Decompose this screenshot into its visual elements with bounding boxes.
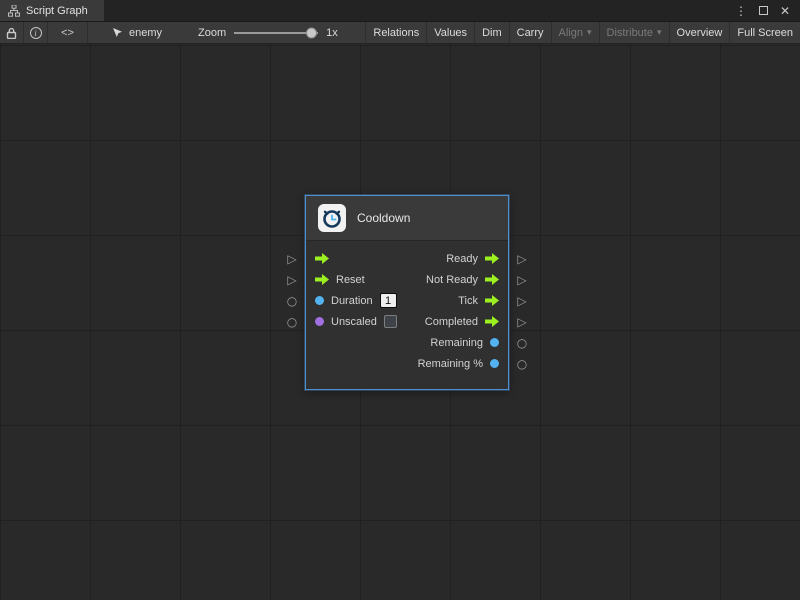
port-row-not-ready[interactable]: Not Ready ▷ — [418, 269, 499, 290]
not-ready-port-icon[interactable] — [485, 274, 499, 285]
lock-button[interactable] — [0, 22, 24, 43]
remaining-percent-port-icon[interactable] — [490, 359, 499, 368]
carry-label: Carry — [517, 27, 544, 39]
value-stub-icon[interactable]: ○ — [284, 295, 300, 307]
relations-button[interactable]: Relations — [365, 22, 426, 43]
zoom-slider-knob[interactable] — [306, 27, 317, 38]
lock-icon — [6, 27, 17, 39]
relations-label: Relations — [373, 27, 419, 39]
value-stub-icon[interactable]: ○ — [284, 316, 300, 328]
port-label: Tick — [458, 295, 478, 307]
window-titlebar: Script Graph ⋮ ✕ — [0, 0, 800, 22]
flow-stub-icon[interactable]: ▷ — [284, 253, 300, 265]
tick-port-icon[interactable] — [485, 295, 499, 306]
overview-label: Overview — [677, 27, 723, 39]
port-row-ready[interactable]: Ready ▷ — [418, 248, 499, 269]
values-button[interactable]: Values — [426, 22, 474, 43]
distribute-label: Distribute — [607, 27, 653, 39]
dim-label: Dim — [482, 27, 502, 39]
info-icon: i — [30, 27, 42, 39]
code-icon: <> — [61, 27, 74, 39]
input-ports-column: ▷ ▷ Reset ○ Duration ○ — [315, 248, 397, 332]
port-label: Unscaled — [331, 316, 377, 328]
remaining-port-icon[interactable] — [490, 338, 499, 347]
toolbar-left-group: i <> — [0, 22, 88, 43]
reset-port-icon[interactable] — [315, 274, 329, 285]
cooldown-node-header[interactable]: Cooldown — [306, 196, 508, 241]
close-icon[interactable]: ✕ — [780, 4, 790, 18]
output-ports-column: Ready ▷ Not Ready ▷ Tick ▷ Completed — [418, 248, 499, 374]
graph-name: enemy — [129, 27, 162, 39]
info-button[interactable]: i — [24, 22, 48, 43]
port-row-remaining[interactable]: Remaining ○ — [418, 332, 499, 353]
port-row-flow-in[interactable]: ▷ — [315, 248, 397, 269]
port-row-tick[interactable]: Tick ▷ — [418, 290, 499, 311]
distribute-button: Distribute ▾ — [599, 22, 669, 43]
port-row-completed[interactable]: Completed ▷ — [418, 311, 499, 332]
port-label: Completed — [425, 316, 478, 328]
graph-canvas[interactable]: Cooldown ▷ ▷ Reset ○ Duration — [0, 44, 800, 600]
zoom-slider[interactable] — [234, 32, 318, 34]
cooldown-node[interactable]: Cooldown ▷ ▷ Reset ○ Duration — [305, 195, 509, 390]
flow-stub-icon[interactable]: ▷ — [514, 295, 530, 307]
port-row-reset[interactable]: ▷ Reset — [315, 269, 397, 290]
port-label: Remaining — [430, 337, 483, 349]
graph-breadcrumb[interactable]: enemy — [102, 22, 172, 43]
port-label: Ready — [446, 253, 478, 265]
port-row-duration[interactable]: ○ Duration — [315, 290, 397, 311]
alarm-clock-icon — [318, 204, 346, 232]
flow-stub-icon[interactable]: ▷ — [514, 253, 530, 265]
overview-button[interactable]: Overview — [669, 22, 730, 43]
window-menu-icon[interactable]: ⋮ — [735, 4, 747, 18]
align-button: Align ▾ — [551, 22, 599, 43]
tab-label: Script Graph — [26, 5, 88, 17]
window-controls: ⋮ ✕ — [735, 0, 800, 21]
flow-stub-icon[interactable]: ▷ — [514, 274, 530, 286]
node-body: ▷ ▷ Reset ○ Duration ○ — [306, 241, 508, 389]
flow-stub-icon[interactable]: ▷ — [284, 274, 300, 286]
align-label: Align — [559, 27, 583, 39]
duration-port-icon[interactable] — [315, 296, 324, 305]
chevron-down-icon: ▾ — [657, 28, 662, 37]
titlebar-spacer — [104, 0, 735, 21]
port-row-remaining-percent[interactable]: Remaining % ○ — [418, 353, 499, 374]
code-view-button[interactable]: <> — [48, 22, 88, 43]
unscaled-port-icon[interactable] — [315, 317, 324, 326]
zoom-control: Zoom 1x — [198, 22, 338, 43]
port-label: Not Ready — [426, 274, 478, 286]
maximize-icon[interactable] — [759, 6, 768, 15]
graph-pointer-icon — [112, 27, 123, 38]
port-label: Duration — [331, 295, 373, 307]
script-graph-icon — [8, 5, 20, 17]
duration-field[interactable] — [380, 293, 397, 308]
dim-button[interactable]: Dim — [474, 22, 509, 43]
completed-port-icon[interactable] — [485, 316, 499, 327]
zoom-label: Zoom — [198, 27, 226, 39]
port-row-unscaled[interactable]: ○ Unscaled — [315, 311, 397, 332]
unscaled-checkbox[interactable] — [384, 315, 397, 328]
carry-button[interactable]: Carry — [509, 22, 551, 43]
flow-stub-icon[interactable]: ▷ — [514, 316, 530, 328]
chevron-down-icon: ▾ — [587, 28, 592, 37]
value-stub-icon[interactable]: ○ — [514, 358, 530, 370]
zoom-value: 1x — [326, 27, 338, 39]
graph-toolbar: i <> enemy Zoom 1x Relations Values Dim … — [0, 22, 800, 44]
values-label: Values — [434, 27, 467, 39]
node-title: Cooldown — [357, 211, 410, 225]
full-screen-label: Full Screen — [737, 27, 793, 39]
ready-port-icon[interactable] — [485, 253, 499, 264]
port-label: Remaining % — [418, 358, 483, 370]
toolbar-right-group: Relations Values Dim Carry Align ▾ Distr… — [365, 22, 800, 43]
value-stub-icon[interactable]: ○ — [514, 337, 530, 349]
flow-in-port-icon[interactable] — [315, 253, 329, 264]
full-screen-button[interactable]: Full Screen — [729, 22, 800, 43]
tab-script-graph[interactable]: Script Graph — [0, 0, 104, 21]
port-label: Reset — [336, 274, 365, 286]
